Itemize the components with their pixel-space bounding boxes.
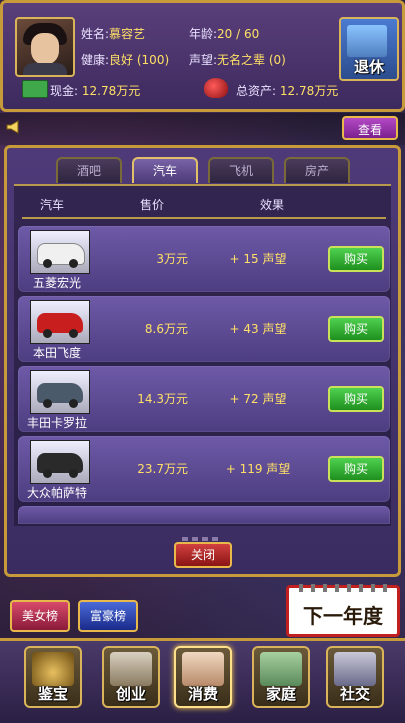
list-item: 大众帕萨特 23.7万元 + 119 声望 购买 xyxy=(18,436,390,502)
cash-icon xyxy=(22,80,48,98)
buy-button[interactable]: 购买 xyxy=(328,246,384,272)
car-effect: + 15 声望 xyxy=(229,252,287,266)
family-icon xyxy=(260,652,302,686)
car-name: 大众帕萨特 xyxy=(26,486,87,500)
tab-bar[interactable]: 酒吧 xyxy=(56,157,122,183)
car-thumbnail xyxy=(30,300,90,344)
nav-social[interactable]: 社交 xyxy=(326,646,384,708)
car-name: 丰田卡罗拉 xyxy=(26,416,87,430)
car-effect: + 119 声望 xyxy=(225,462,291,476)
car-name: 本田飞度 xyxy=(32,346,81,360)
buy-button[interactable]: 购买 xyxy=(328,456,384,482)
retire-scene-icon xyxy=(347,25,387,57)
list-item: 本田飞度 8.6万元 + 43 声望 购买 xyxy=(18,296,390,362)
buy-button[interactable]: 购买 xyxy=(328,386,384,412)
calendar-rings-icon xyxy=(299,584,389,592)
list-item: 丰田卡罗拉 14.3万元 + 72 声望 购买 xyxy=(18,366,390,432)
header-price: 售价 xyxy=(140,198,165,212)
nav-business[interactable]: 创业 xyxy=(102,646,160,708)
close-button[interactable]: 关闭 xyxy=(174,542,232,568)
next-year-button[interactable]: 下一年度 xyxy=(286,584,400,637)
list-item xyxy=(18,506,390,524)
nav-appraisal[interactable]: 鉴宝 xyxy=(24,646,82,708)
nav-family[interactable]: 家庭 xyxy=(252,646,310,708)
buy-button[interactable]: 购买 xyxy=(328,316,384,342)
cash-field: 现金: 12.78万元 xyxy=(50,84,141,98)
car-thumbnail xyxy=(30,230,90,274)
rich-ranking-button[interactable]: 富豪榜 xyxy=(78,600,138,632)
shopping-icon xyxy=(182,652,224,686)
header-item: 汽车 xyxy=(40,198,65,212)
assets-field: 总资产: 12.78万元 xyxy=(236,84,339,98)
retire-label: 退休 xyxy=(353,58,384,76)
tab-property[interactable]: 房产 xyxy=(284,157,350,183)
car-effect: + 43 声望 xyxy=(229,322,287,336)
age-field: 年龄:20 / 60 xyxy=(189,27,260,41)
megaphone-icon xyxy=(6,120,22,134)
header-divider xyxy=(22,217,386,219)
car-price: 14.3万元 xyxy=(137,392,188,406)
retire-button[interactable]: 退休 xyxy=(339,17,399,81)
car-effect: + 72 声望 xyxy=(229,392,287,406)
car-price: 8.6万元 xyxy=(144,322,188,336)
car-price: 3万元 xyxy=(156,252,188,266)
treasure-icon xyxy=(204,78,228,98)
list-item: 五菱宏光 3万元 + 15 声望 购买 xyxy=(18,226,390,292)
business-icon xyxy=(110,652,152,686)
nav-shopping[interactable]: 消费 xyxy=(174,646,232,708)
car-price: 23.7万元 xyxy=(137,462,188,476)
fame-field: 声望:无名之辈 (0) xyxy=(189,53,286,67)
tab-car[interactable]: 汽车 xyxy=(132,157,198,183)
vase-icon xyxy=(32,652,74,686)
view-button[interactable]: 查看 xyxy=(342,116,398,140)
header-effect: 效果 xyxy=(260,198,285,212)
player-avatar[interactable] xyxy=(15,17,75,77)
handshake-icon xyxy=(334,652,376,686)
next-year-label: 下一年度 xyxy=(303,604,383,628)
car-name: 五菱宏光 xyxy=(32,276,81,290)
name-field: 姓名:慕容艺 xyxy=(81,27,146,41)
car-thumbnail xyxy=(30,440,90,484)
car-thumbnail xyxy=(30,370,90,414)
tab-plane[interactable]: 飞机 xyxy=(208,157,274,183)
beauty-ranking-button[interactable]: 美女榜 xyxy=(10,600,70,632)
health-field: 健康:良好 (100) xyxy=(81,53,170,67)
